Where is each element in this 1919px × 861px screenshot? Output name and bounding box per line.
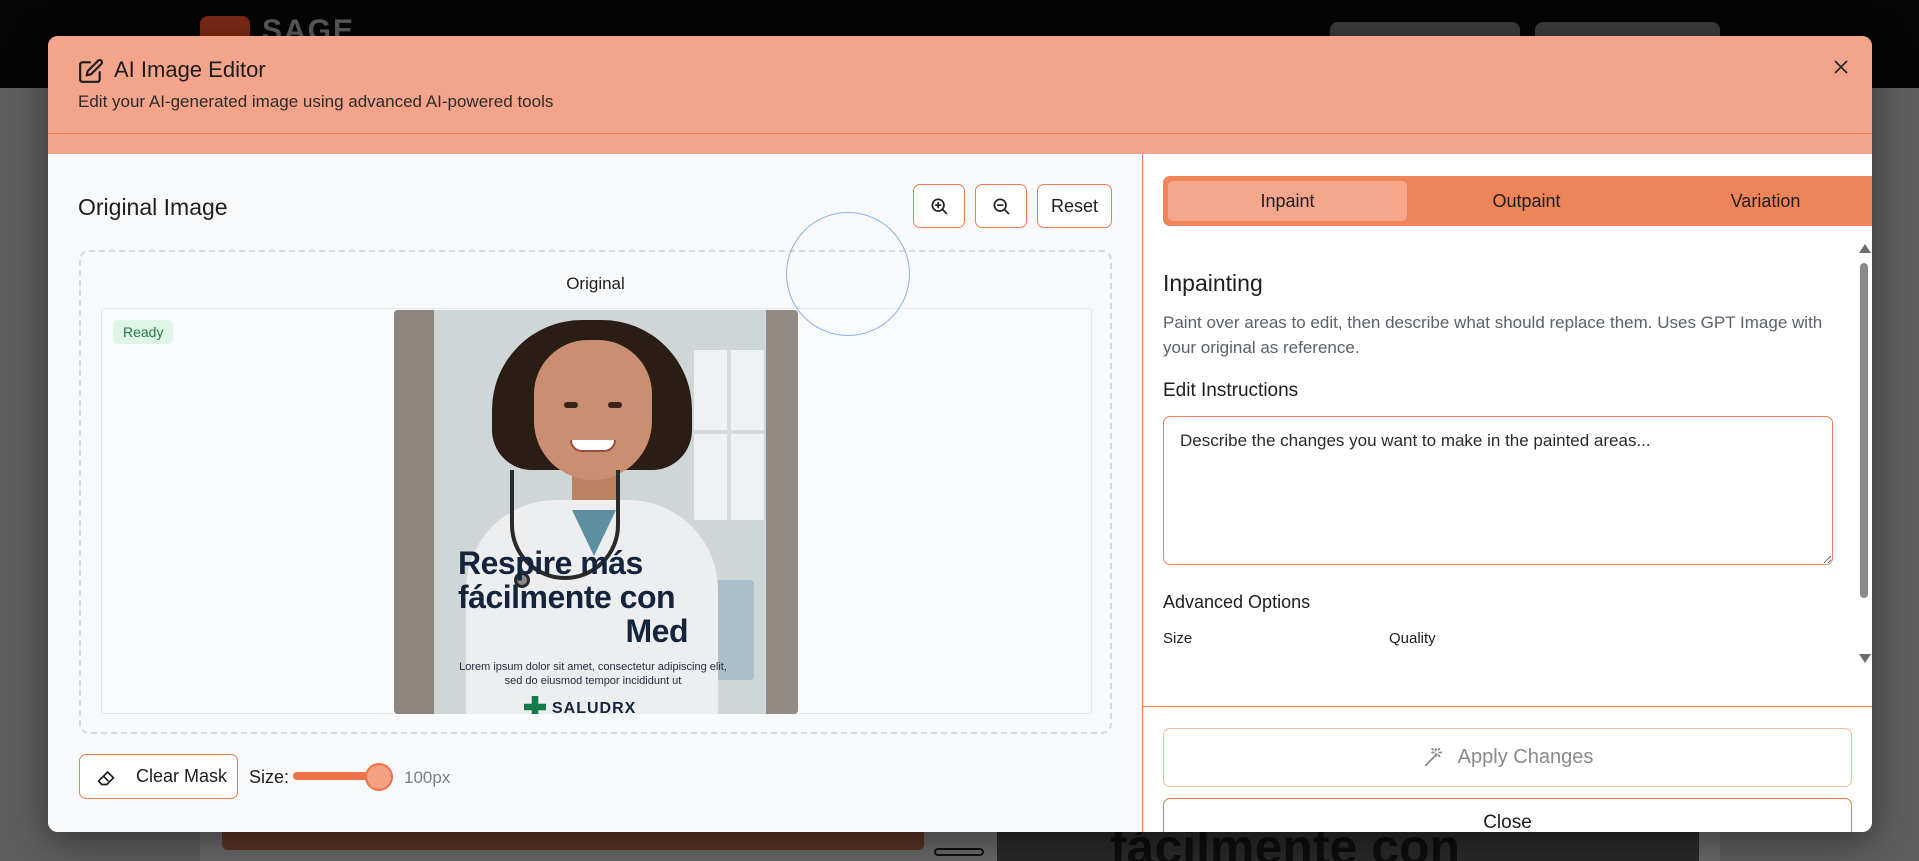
edit-instructions-label: Edit Instructions — [1163, 380, 1299, 401]
scroll-down-arrow[interactable] — [1859, 654, 1871, 663]
size-option-label: Size — [1163, 630, 1193, 647]
image-canvas-container: Original Ready Respire más fácilmente co… — [79, 250, 1112, 734]
apply-changes-button[interactable]: Apply Changes — [1163, 728, 1852, 787]
modal-title: AI Image Editor — [114, 57, 266, 82]
close-button[interactable]: Close — [1163, 798, 1852, 832]
poster-headline-line-3: Med — [625, 613, 689, 649]
slider-thumb[interactable] — [365, 763, 393, 791]
canvas-label: Original — [566, 274, 625, 293]
image-eye — [564, 402, 578, 408]
poster-headline-line-1: Respire más — [458, 545, 643, 581]
edit-mode-tabs: Inpaint Outpaint Variation — [1163, 176, 1872, 226]
image-door-right — [766, 310, 798, 714]
tab-outpaint[interactable]: Outpaint — [1407, 181, 1646, 221]
medical-cross-icon — [524, 696, 546, 714]
tab-variation[interactable]: Variation — [1646, 181, 1872, 221]
quality-option-label: Quality — [1389, 630, 1436, 647]
scroll-up-arrow[interactable] — [1859, 244, 1871, 253]
tab-inpaint[interactable]: Inpaint — [1168, 181, 1407, 221]
zoom-in-icon — [931, 198, 948, 215]
image-smile — [570, 440, 616, 452]
close-icon[interactable] — [1830, 56, 1852, 78]
edit-instructions-input[interactable] — [1163, 416, 1833, 565]
ai-image-editor-modal: AI Image Editor Edit your AI-generated i… — [48, 36, 1872, 832]
image-window — [694, 350, 764, 520]
inpaint-settings: Inpainting Paint over areas to edit, the… — [1143, 240, 1872, 710]
mask-canvas[interactable]: Ready Respire más fácilmente con Med Lor… — [101, 308, 1092, 714]
apply-changes-label: Apply Changes — [1457, 746, 1594, 768]
brush-size-value: 100px — [404, 768, 451, 787]
image-door-left — [394, 310, 434, 714]
brush-size-slider[interactable] — [293, 763, 393, 791]
edit-icon — [79, 59, 103, 83]
section-description: Paint over areas to edit, then describe … — [1163, 313, 1823, 357]
footer-divider — [1143, 706, 1872, 707]
background-scroll-indicator — [934, 848, 984, 856]
status-badge: Ready — [113, 320, 174, 344]
modal-header: AI Image Editor Edit your AI-generated i… — [48, 36, 1872, 134]
poster-headline: Respire más fácilmente con Med — [458, 546, 748, 648]
clear-mask-button[interactable]: Clear Mask — [79, 754, 238, 799]
zoom-out-button[interactable] — [975, 184, 1027, 228]
original-image[interactable]: Respire más fácilmente con Med Lorem ips… — [394, 310, 798, 714]
poster-brand: SALUDRX — [524, 694, 654, 714]
eraser-icon — [97, 770, 115, 785]
brush-cursor — [786, 212, 910, 336]
poster-body-text: Lorem ipsum dolor sit amet, consectetur … — [459, 661, 727, 687]
image-eye — [608, 402, 622, 408]
poster-brand-text: SALUDRX — [552, 700, 637, 714]
clear-mask-label: Clear Mask — [136, 766, 228, 786]
section-title: Inpainting — [1163, 270, 1263, 296]
settings-scrollbar[interactable] — [1858, 244, 1871, 672]
header-strip — [48, 134, 1872, 154]
reset-button[interactable]: Reset — [1037, 184, 1112, 228]
brush-size-label: Size: — [249, 767, 290, 787]
poster-headline-line-2: fácilmente con — [458, 579, 676, 615]
edit-controls-pane: Inpaint Outpaint Variation Inpainting Pa… — [1142, 154, 1872, 832]
scroll-thumb[interactable] — [1860, 263, 1868, 598]
image-face — [534, 340, 652, 480]
zoom-in-button[interactable] — [913, 184, 965, 228]
original-image-pane: Original Image Reset Original Ready Resp… — [48, 154, 1142, 832]
magic-wand-icon — [1424, 747, 1442, 766]
modal-subtitle: Edit your AI-generated image using advan… — [78, 92, 554, 111]
pane-title: Original Image — [78, 194, 228, 220]
zoom-out-icon — [993, 198, 1010, 215]
advanced-options-title: Advanced Options — [1163, 592, 1311, 612]
